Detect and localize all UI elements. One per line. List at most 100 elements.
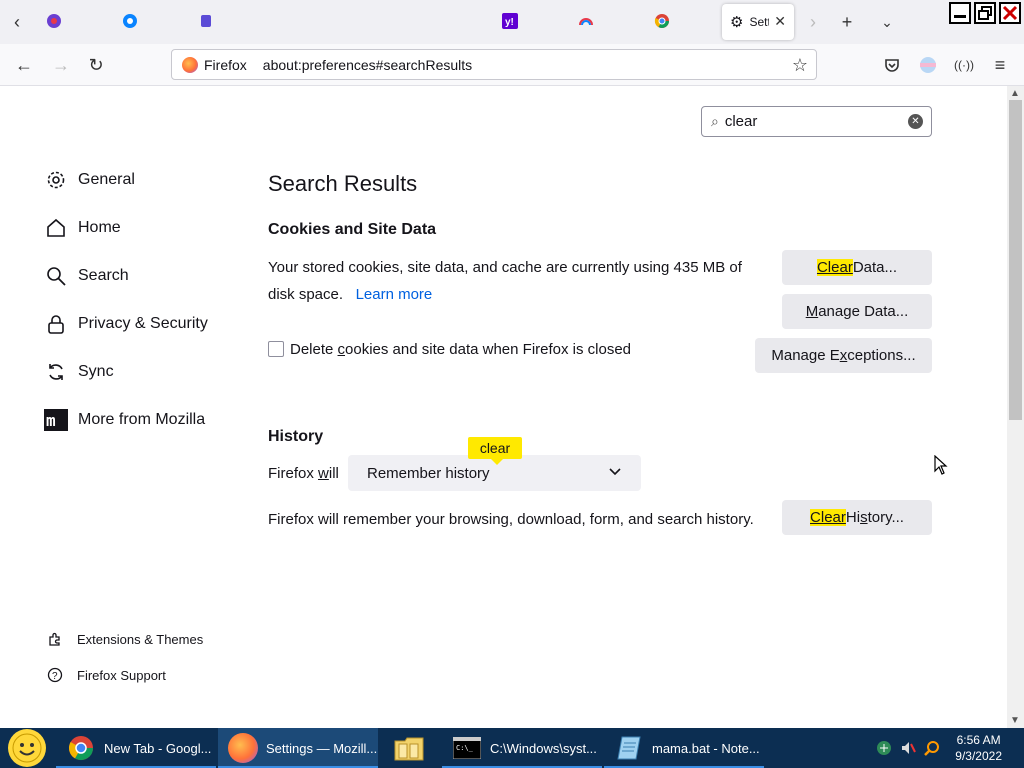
- delete-cookies-label[interactable]: Delete cookies and site data when Firefo…: [290, 336, 631, 363]
- tab-strip: ‹ y! ⚙ Setti ✕ › + ⌄: [0, 0, 1024, 44]
- sidebar-item-general[interactable]: General: [44, 168, 135, 192]
- svg-text:?: ?: [52, 671, 58, 682]
- taskbar-item-cmd[interactable]: C:\_ C:\Windows\syst...: [442, 728, 602, 768]
- taskbar-item-label: New Tab - Googl...: [104, 740, 212, 756]
- cookies-desc-line2-wrap: disk space. Learn more: [268, 281, 742, 308]
- taskbar-item-explorer[interactable]: [380, 728, 440, 768]
- highlight: Clear: [816, 259, 853, 276]
- select-value: Remember history: [367, 464, 490, 482]
- chrome-icon: [66, 733, 96, 763]
- navigation-bar: ← → ↻ Firefox about:preferences#searchRe…: [0, 44, 1024, 86]
- delete-cookies-checkbox[interactable]: [268, 341, 284, 357]
- extensions-themes-link[interactable]: Extensions & Themes: [46, 630, 203, 648]
- sidebar-item-privacy[interactable]: Privacy & Security: [44, 312, 208, 336]
- home-icon: [44, 216, 68, 240]
- lock-icon: [44, 312, 68, 336]
- clear-history-button[interactable]: Clear Hi s tory...: [782, 500, 932, 535]
- sidebar-item-sync[interactable]: Sync: [44, 360, 114, 384]
- access-key: s: [860, 509, 868, 526]
- taskbar-item-notepad[interactable]: mama.bat - Note...: [604, 728, 764, 768]
- cookies-description: Your stored cookies, site data, and cach…: [268, 254, 742, 308]
- sidebar-item-mozilla[interactable]: m More from Mozilla: [44, 408, 205, 432]
- folder-icon: [394, 733, 424, 763]
- sidebar-item-label: More from Mozilla: [78, 411, 206, 428]
- bookmark-star-icon[interactable]: ☆: [792, 55, 808, 76]
- tab-scroll-left-icon[interactable]: ‹: [6, 11, 28, 33]
- url-bar[interactable]: Firefox about:preferences#searchResults …: [171, 49, 817, 80]
- identity-label: Firefox: [204, 56, 247, 73]
- history-heading: History: [268, 428, 324, 445]
- firefox-support-link[interactable]: ? Firefox Support: [46, 666, 166, 684]
- pocket-icon[interactable]: [881, 54, 903, 76]
- list-tabs-icon[interactable]: ⌄: [876, 11, 898, 33]
- search-input[interactable]: [724, 113, 885, 130]
- menu-icon[interactable]: ≡: [989, 54, 1011, 76]
- search-icon: [44, 264, 68, 288]
- label-part: ill: [328, 465, 339, 482]
- tab-icon-1[interactable]: [45, 12, 63, 30]
- smiley-start-icon: [8, 729, 46, 767]
- forward-icon[interactable]: →: [50, 54, 72, 76]
- scroll-thumb[interactable]: [1009, 100, 1022, 420]
- url-text[interactable]: about:preferences#searchResults: [263, 57, 472, 73]
- close-window-icon[interactable]: [999, 2, 1021, 24]
- manage-data-button[interactable]: Manage Data...: [782, 294, 932, 329]
- search-icon: ⌕: [711, 113, 719, 129]
- back-icon[interactable]: ←: [13, 54, 35, 76]
- button-label-rest: Data...: [852, 259, 898, 276]
- tab-icon-3[interactable]: [197, 12, 215, 30]
- tab-settings[interactable]: ⚙ Setti ✕: [722, 4, 794, 40]
- learn-more-link[interactable]: Learn more: [356, 286, 433, 303]
- chevron-down-icon: [609, 464, 621, 479]
- sidebar-item-label: Privacy & Security: [78, 315, 208, 332]
- button-label-rest: anage Data...: [818, 303, 909, 320]
- firefox-will-label: Firefox will: [268, 460, 339, 487]
- tab-icon-2[interactable]: [121, 12, 139, 30]
- sidebar-item-label: General: [78, 171, 135, 188]
- yahoo-icon[interactable]: y!: [501, 12, 519, 30]
- start-button[interactable]: [8, 728, 54, 768]
- clear-search-icon[interactable]: ✕: [908, 114, 923, 129]
- extensions-icon[interactable]: ((·)): [953, 54, 975, 76]
- system-clock[interactable]: 6:56 AM 9/3/2022: [955, 732, 1002, 764]
- access-key: x: [839, 347, 848, 364]
- chrome-icon[interactable]: [653, 12, 671, 30]
- reload-icon[interactable]: ↻: [85, 54, 107, 76]
- sidebar-item-search[interactable]: Search: [44, 264, 129, 288]
- taskbar-item-firefox[interactable]: Settings — Mozill...: [218, 728, 378, 768]
- tab-icon-5[interactable]: [577, 12, 595, 30]
- tab-scroll-right-icon[interactable]: ›: [802, 11, 824, 33]
- label-part: Hi: [845, 509, 861, 526]
- preferences-search[interactable]: ⌕ ✕: [701, 106, 932, 137]
- network-icon[interactable]: [876, 740, 892, 756]
- volume-icon[interactable]: [900, 740, 916, 756]
- svg-text:C:\_: C:\_: [456, 744, 474, 752]
- clock-date: 9/3/2022: [955, 749, 1002, 763]
- help-icon: ?: [46, 666, 64, 684]
- search-highlight-tooltip: clear: [468, 437, 522, 465]
- sidebar-item-home[interactable]: Home: [44, 216, 121, 240]
- restore-icon[interactable]: [974, 2, 996, 24]
- manage-exceptions-button[interactable]: Manage Ex ceptions...: [755, 338, 932, 373]
- minimize-icon[interactable]: [949, 2, 971, 24]
- scroll-up-icon[interactable]: ▲: [1010, 88, 1020, 99]
- label-part: Delete: [290, 341, 338, 358]
- scroll-down-icon[interactable]: ▼: [1010, 715, 1020, 726]
- firefox-icon: [228, 733, 258, 763]
- search-tray-icon[interactable]: [924, 740, 940, 756]
- close-tab-icon[interactable]: ✕: [774, 13, 786, 30]
- terminal-icon: C:\_: [452, 733, 482, 763]
- svg-text:y!: y!: [505, 17, 514, 28]
- identity-box[interactable]: Firefox: [172, 50, 257, 79]
- label-part: Manage E: [771, 347, 840, 364]
- label-part: ookies and site data when Firefox is clo…: [345, 341, 632, 358]
- new-tab-icon[interactable]: +: [836, 11, 858, 33]
- taskbar-item-label: mama.bat - Note...: [652, 740, 760, 756]
- account-icon[interactable]: [917, 54, 939, 76]
- clear-data-button[interactable]: Clear Data...: [782, 250, 932, 285]
- notepad-icon: [614, 733, 644, 763]
- access-key: c: [337, 341, 346, 358]
- page-scrollbar[interactable]: ▲ ▼: [1007, 86, 1024, 728]
- taskbar-item-chrome[interactable]: New Tab - Googl...: [56, 728, 216, 768]
- history-description: Firefox will remember your browsing, dow…: [268, 511, 754, 528]
